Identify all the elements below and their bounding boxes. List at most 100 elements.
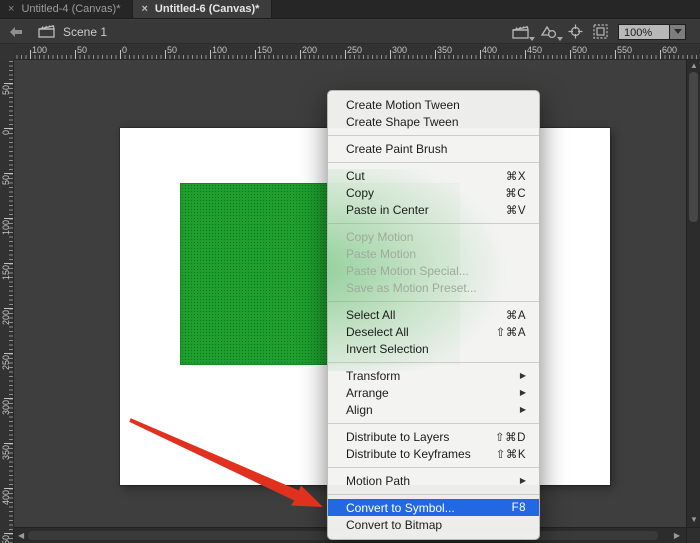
scroll-down-arrow[interactable]: ▼ — [690, 516, 698, 524]
submenu-arrow-icon: ▶ — [520, 476, 526, 485]
menu-item-create-paint-brush[interactable]: Create Paint Brush — [328, 140, 539, 157]
clip-content-icon[interactable] — [593, 24, 608, 39]
menu-item-shortcut: F8 — [512, 502, 526, 514]
menu-separator — [328, 223, 539, 224]
menu-item-paste-motion-special[interactable]: Paste Motion Special... — [328, 262, 539, 279]
menu-item-shortcut: ⌘A — [506, 308, 526, 322]
menu-item-label: Save as Motion Preset... — [346, 281, 526, 295]
ruler-tick-label: 100 — [212, 45, 227, 55]
menu-item-label: Distribute to Keyframes — [346, 447, 484, 461]
menu-item-label: Paste in Center — [346, 203, 494, 217]
ruler-tick-label: 250 — [347, 45, 362, 55]
menu-item-copy-motion[interactable]: Copy Motion — [328, 228, 539, 245]
back-arrow-icon[interactable] — [8, 26, 24, 38]
close-icon[interactable]: × — [141, 4, 147, 15]
menu-separator — [328, 423, 539, 424]
horizontal-ruler: 1005005010015020025030035040045050055060… — [0, 44, 700, 60]
center-frame-icon[interactable] — [568, 24, 583, 39]
submenu-arrow-icon: ▶ — [520, 388, 526, 397]
menu-item-label: Cut — [346, 169, 494, 183]
menu-item-shortcut: ⌘V — [506, 203, 526, 217]
menu-item-cut[interactable]: Cut ⌘X — [328, 167, 539, 184]
menu-item-transform[interactable]: Transform▶ — [328, 367, 539, 384]
edit-symbols-icon[interactable] — [540, 25, 558, 39]
scroll-right-arrow[interactable]: ▶ — [674, 532, 680, 540]
chevron-down-icon — [529, 37, 535, 41]
menu-item-create-motion-tween[interactable]: Create Motion Tween — [328, 96, 539, 113]
edit-bar-tools: 100% — [512, 24, 700, 40]
scroll-left-arrow[interactable]: ◀ — [18, 532, 24, 540]
document-tab-untitled-6-canvas[interactable]: × Untitled-6 (Canvas)* — [133, 0, 272, 18]
zoom-dropdown-button[interactable] — [670, 24, 686, 40]
menu-item-label: Transform — [346, 369, 508, 383]
ruler-tick-label: 50 — [167, 45, 177, 55]
menu-item-paste-motion[interactable]: Paste Motion — [328, 245, 539, 262]
menu-item-label: Distribute to Layers — [346, 430, 483, 444]
edit-bar: Scene 1 — [0, 20, 700, 44]
ruler-tick-label: 350 — [437, 45, 452, 55]
close-icon[interactable]: × — [8, 4, 14, 15]
menu-item-label: Create Motion Tween — [346, 98, 526, 112]
menu-item-shortcut: ⇧⌘A — [496, 325, 526, 339]
vertical-ruler: 50050100150200250300350400450 — [0, 60, 14, 543]
tab-label: Untitled-6 (Canvas)* — [155, 3, 260, 15]
menu-item-select-all[interactable]: Select All⌘A — [328, 306, 539, 323]
menu-separator — [328, 301, 539, 302]
menu-item-convert-to-symbol[interactable]: Convert to Symbol...F8 — [328, 499, 539, 516]
document-tab-untitled-4-canvas[interactable]: ×Untitled-4 (Canvas)* — [0, 0, 133, 18]
menu-item-save-as-motion-preset[interactable]: Save as Motion Preset... — [328, 279, 539, 296]
scrollbar-corner — [686, 527, 700, 543]
ruler-tick-label: 300 — [1, 400, 11, 415]
menu-item-label: Copy Motion — [346, 230, 526, 244]
menu-item-motion-path[interactable]: Motion Path ▶ — [328, 472, 539, 489]
edit-scene-icon[interactable] — [512, 25, 530, 39]
menu-item-paste-in-center[interactable]: Paste in Center ⌘V — [328, 201, 539, 218]
ruler-tick-label: 600 — [662, 45, 677, 55]
zoom-combo: 100% — [618, 24, 686, 40]
ruler-tick-label: 500 — [572, 45, 587, 55]
menu-item-label: Invert Selection — [346, 342, 526, 356]
menu-item-label: Create Paint Brush — [346, 142, 526, 156]
ruler-tick-label: 450 — [527, 45, 542, 55]
menu-item-deselect-all[interactable]: Deselect All⇧⌘A — [328, 323, 539, 340]
menu-item-create-shape-tween[interactable]: Create Shape Tween — [328, 113, 539, 130]
ruler-tick-label: 50 — [77, 45, 87, 55]
menu-separator — [328, 135, 539, 136]
vertical-scrollbar[interactable]: ▲ ▼ — [686, 60, 700, 527]
menu-item-convert-to-bitmap[interactable]: Convert to Bitmap — [328, 516, 539, 533]
menu-item-shortcut: ⇧⌘K — [496, 447, 526, 461]
menu-item-label: Arrange — [346, 386, 508, 400]
menu-separator — [328, 162, 539, 163]
scroll-up-arrow[interactable]: ▲ — [690, 62, 698, 70]
ruler-tick-label: 400 — [1, 490, 11, 505]
ruler-tick-label: 150 — [257, 45, 272, 55]
menu-separator — [328, 467, 539, 468]
vertical-scrollbar-thumb[interactable] — [689, 72, 698, 222]
menu-item-copy[interactable]: Copy⌘C — [328, 184, 539, 201]
ruler-tick-label: 0 — [1, 130, 11, 135]
ruler-tick-label: 550 — [617, 45, 632, 55]
menu-items: Create Motion TweenCreate Shape Tween Cre… — [328, 96, 539, 533]
menu-item-shortcut: ⌘C — [505, 186, 526, 200]
tab-bar: ×Untitled-4 (Canvas)*×Untitled-6 (Canvas… — [0, 0, 700, 19]
menu-item-distribute-to-layers[interactable]: Distribute to Layers ⇧⌘D — [328, 428, 539, 445]
ruler-tick-label: 450 — [1, 535, 11, 543]
menu-item-label: Paste Motion Special... — [346, 264, 526, 278]
menu-item-label: Motion Path — [346, 474, 508, 488]
ruler-tick-label: 150 — [1, 265, 11, 280]
menu-separator — [328, 494, 539, 495]
menu-item-shortcut: ⇧⌘D — [495, 430, 526, 444]
menu-item-invert-selection[interactable]: Invert Selection — [328, 340, 539, 357]
ruler-tick-label: 350 — [1, 445, 11, 460]
menu-item-distribute-to-keyframes[interactable]: Distribute to Keyframes ⇧⌘K — [328, 445, 539, 462]
menu-item-arrange[interactable]: Arrange ▶ — [328, 384, 539, 401]
zoom-level-input[interactable]: 100% — [618, 24, 670, 40]
menu-item-align[interactable]: Align▶ — [328, 401, 539, 418]
ruler-tick-label: 50 — [1, 175, 11, 185]
chevron-down-icon — [557, 37, 563, 41]
clapperboard-icon — [38, 25, 55, 38]
menu-item-shortcut: ⌘X — [506, 169, 526, 183]
scene-label[interactable]: Scene 1 — [63, 25, 107, 39]
menu-separator — [328, 362, 539, 363]
context-menu: Create Motion TweenCreate Shape Tween Cre… — [327, 90, 540, 540]
